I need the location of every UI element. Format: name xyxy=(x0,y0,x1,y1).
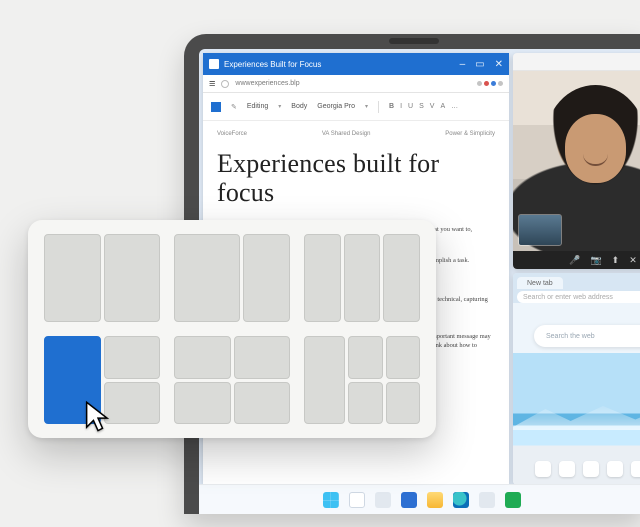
chevron-down-icon[interactable]: ▾ xyxy=(365,103,368,110)
address-placeholder: Search or enter web address xyxy=(523,294,613,301)
hamburger-icon[interactable] xyxy=(209,78,215,90)
editing-mode-label[interactable]: Editing xyxy=(247,103,268,110)
doc-meta-left: VoiceForce xyxy=(217,131,247,137)
start-button[interactable] xyxy=(323,492,339,508)
snap-cell[interactable] xyxy=(348,336,382,379)
snap-cell[interactable] xyxy=(386,336,420,379)
taskbar-search-button[interactable] xyxy=(349,492,365,508)
snap-cell[interactable] xyxy=(348,382,382,425)
browser-wallpaper xyxy=(513,353,640,485)
snap-cell-selected[interactable] xyxy=(44,336,101,424)
word-titlebar[interactable]: Experiences Built for Focus – ▭ ✕ xyxy=(203,53,509,75)
browser-tab[interactable]: New tab xyxy=(517,277,563,289)
word-app-icon xyxy=(209,59,219,69)
snap-layout-left-tall-four-right[interactable] xyxy=(304,336,420,424)
font-family-select[interactable]: Georgia Pro xyxy=(317,103,355,110)
video-controls-bar: 🎤 📷 ⬆ ✕ xyxy=(513,251,640,269)
snap-layout-two-wide-left[interactable] xyxy=(174,234,290,322)
video-participant-face xyxy=(565,114,626,182)
file-explorer-button[interactable] xyxy=(427,492,443,508)
camera-button[interactable]: 📷 xyxy=(590,255,601,266)
snap-cell[interactable] xyxy=(44,234,101,322)
minimize-button[interactable]: – xyxy=(460,59,466,70)
store-button[interactable] xyxy=(479,492,495,508)
quick-link[interactable] xyxy=(583,461,599,477)
quick-link[interactable] xyxy=(559,461,575,477)
browser-search-box[interactable]: Search the web xyxy=(534,325,640,347)
underline-button[interactable]: U xyxy=(408,103,413,110)
doc-meta-mid: VA Shared Design xyxy=(322,131,371,137)
snap-cell[interactable] xyxy=(174,382,231,425)
xbox-button[interactable] xyxy=(505,492,521,508)
mic-button[interactable]: 🎤 xyxy=(569,255,580,266)
snap-cell[interactable] xyxy=(344,234,381,322)
snap-cell[interactable] xyxy=(243,234,290,322)
record-icon[interactable] xyxy=(484,81,489,86)
close-button[interactable]: ✕ xyxy=(495,59,503,70)
snap-cell[interactable] xyxy=(234,382,291,425)
bold-button[interactable]: B xyxy=(389,103,394,110)
video-titlebar[interactable]: – ▭ ✕ xyxy=(513,53,640,71)
word-url[interactable]: wwwexperiences.blp xyxy=(235,80,471,87)
italic-button[interactable]: I xyxy=(400,103,402,110)
browser-window[interactable]: New tab Search or enter web address Sear… xyxy=(513,273,640,485)
snap-cell[interactable] xyxy=(174,234,240,322)
snap-cell[interactable] xyxy=(234,336,291,379)
hangup-button[interactable]: ✕ xyxy=(629,255,637,266)
more-icon[interactable] xyxy=(498,81,503,86)
quick-link[interactable] xyxy=(631,461,640,477)
snap-cell[interactable] xyxy=(383,234,420,322)
snap-layout-quad[interactable] xyxy=(174,336,290,424)
snap-layouts-panel[interactable] xyxy=(28,220,436,438)
font-extra-button[interactable]: A xyxy=(440,103,445,110)
word-address-bar: wwwexperiences.blp xyxy=(203,75,509,93)
snap-layout-three-columns[interactable] xyxy=(304,234,420,322)
doc-meta-right: Power & Simplicity xyxy=(445,131,495,137)
subscript-button[interactable]: V xyxy=(430,103,435,110)
overflow-button[interactable]: … xyxy=(451,103,458,110)
share-button[interactable]: ⬆ xyxy=(612,255,620,266)
chat-button[interactable] xyxy=(401,492,417,508)
edge-button[interactable] xyxy=(453,492,469,508)
snap-layout-two-equal[interactable] xyxy=(44,234,160,322)
snap-cell[interactable] xyxy=(104,234,161,322)
quick-link[interactable] xyxy=(535,461,551,477)
snap-cell[interactable] xyxy=(386,382,420,425)
snap-layout-left-tall-two-right[interactable] xyxy=(44,336,160,424)
snap-cell[interactable] xyxy=(304,234,341,322)
quick-link[interactable] xyxy=(607,461,623,477)
search-placeholder: Search the web xyxy=(546,333,595,340)
browser-tab-label: New tab xyxy=(527,280,553,287)
account-icon[interactable] xyxy=(491,81,496,86)
word-ribbon: ✎ Editing ▾ Body Georgia Pro ▾ B I U S V… xyxy=(203,93,509,121)
browser-address-bar[interactable]: Search or enter web address xyxy=(517,291,640,303)
chevron-down-icon[interactable]: ▾ xyxy=(278,103,281,110)
share-icon[interactable] xyxy=(477,81,482,86)
snap-cell[interactable] xyxy=(174,336,231,379)
taskbar xyxy=(199,484,640,514)
edit-mode-icon[interactable]: ✎ xyxy=(231,103,237,111)
snap-cell[interactable] xyxy=(104,336,161,379)
document-heading: Experiences built for focus xyxy=(217,149,495,207)
maximize-button[interactable]: ▭ xyxy=(475,59,484,70)
strike-button[interactable]: S xyxy=(419,103,424,110)
home-icon[interactable] xyxy=(221,80,229,88)
snap-cell[interactable] xyxy=(104,382,161,425)
browser-chrome: New tab Search or enter web address xyxy=(513,273,640,303)
snap-cell[interactable] xyxy=(304,336,345,424)
word-logo-icon xyxy=(211,102,221,112)
video-remote-feed xyxy=(513,71,640,251)
word-document-name: Experiences Built for Focus xyxy=(224,60,321,69)
video-call-window[interactable]: – ▭ ✕ 🎤 📷 ⬆ ✕ xyxy=(513,53,640,269)
video-self-preview[interactable] xyxy=(519,215,561,245)
separator xyxy=(378,101,379,113)
font-style-select[interactable]: Body xyxy=(291,103,307,110)
task-view-button[interactable] xyxy=(375,492,391,508)
